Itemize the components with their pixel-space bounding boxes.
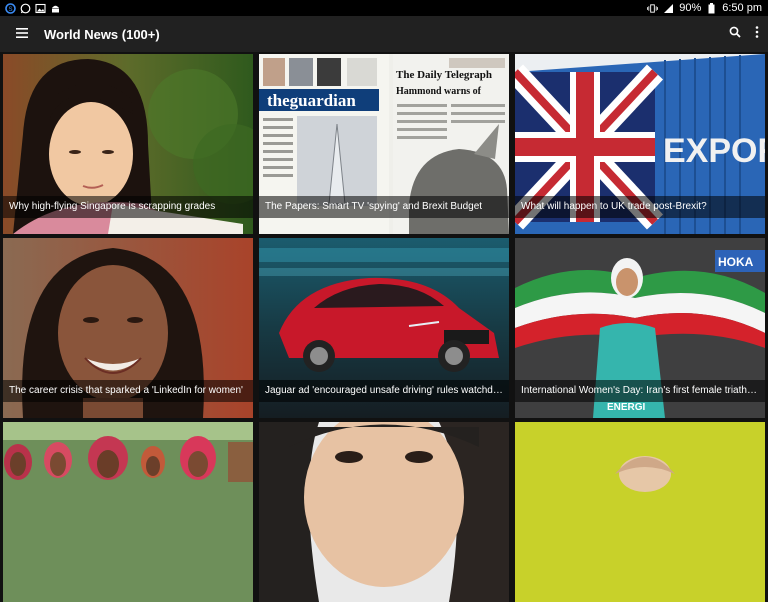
search-button[interactable]: [724, 16, 746, 52]
telegraph-headline: Hammond warns of: [396, 86, 482, 97]
news-title: The career crisis that sparked a 'Linked…: [3, 380, 253, 402]
news-card-iran-triathlete[interactable]: HOKA ENERGI International Women's Day: I…: [515, 238, 765, 418]
news-card-7[interactable]: [3, 422, 253, 602]
news-card-career-crisis[interactable]: The career crisis that sparked a 'Linked…: [3, 238, 253, 418]
news-image-yellow-portrait: [515, 422, 765, 602]
export-label: EXPORT: [663, 132, 765, 170]
news-grid: Why high-flying Singapore is scrapping g…: [3, 54, 765, 602]
more-options-button[interactable]: [746, 16, 768, 52]
news-card-singapore-grades[interactable]: Why high-flying Singapore is scrapping g…: [3, 54, 253, 234]
page-title: World News (100+): [44, 26, 160, 42]
news-card-8[interactable]: [259, 422, 509, 602]
news-title: Jaguar ad 'encouraged unsafe driving' ru…: [259, 380, 509, 402]
status-bar: S 90% 6:50 pm: [0, 0, 768, 16]
app-bar: World News (100+): [0, 16, 768, 52]
vibrate-icon: [647, 3, 659, 14]
whatsapp-icon: [20, 3, 31, 14]
news-title: The Papers: Smart TV 'spying' and Brexit…: [259, 196, 509, 218]
image-notification-icon: [35, 3, 46, 14]
menu-icon: [16, 25, 28, 43]
battery-level: 90%: [679, 2, 702, 14]
jersey-text: ENERGI: [607, 402, 646, 413]
news-card-papers[interactable]: theguardian The Daily Telegraph Hammond …: [259, 54, 509, 234]
news-card-uk-trade[interactable]: EXPORT What will happen to UK trade post…: [515, 54, 765, 234]
svg-text:S: S: [8, 7, 12, 13]
news-title: International Women's Day: Iran's first …: [515, 380, 765, 402]
android-icon: [50, 3, 61, 14]
news-image-women-group: [3, 422, 253, 602]
menu-button[interactable]: [0, 16, 44, 52]
clock: 6:50 pm: [722, 2, 762, 14]
search-icon: [729, 25, 741, 43]
guardian-masthead: theguardian: [267, 91, 356, 110]
more-options-icon: [755, 25, 759, 43]
battery-icon: [706, 2, 717, 14]
news-title: Why high-flying Singapore is scrapping g…: [3, 196, 253, 218]
sync-icon: S: [5, 2, 16, 14]
hoka-sign: HOKA: [718, 255, 754, 269]
news-title: What will happen to UK trade post-Brexit…: [515, 196, 765, 218]
news-image-woman-face: [259, 422, 509, 602]
telegraph-masthead: The Daily Telegraph: [396, 69, 492, 81]
news-card-jaguar-ad[interactable]: Jaguar ad 'encouraged unsafe driving' ru…: [259, 238, 509, 418]
signal-icon: [663, 3, 674, 14]
news-card-9[interactable]: [515, 422, 765, 602]
